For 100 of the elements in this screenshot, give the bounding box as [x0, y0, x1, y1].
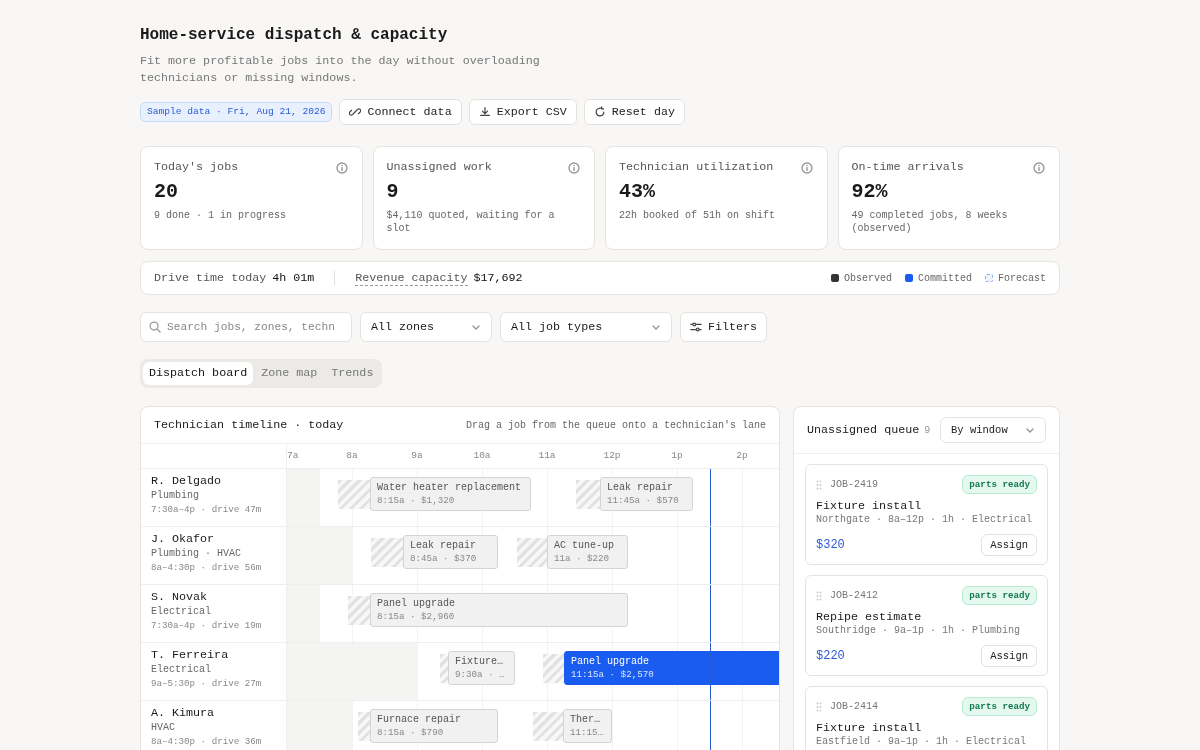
job-title: AC tune-up — [554, 539, 615, 552]
technician-lane[interactable]: Fixture… 9:30a · … Panel upgrade 11:15a · $2,570 — [287, 643, 779, 700]
job-detail: 8:15a · $790 — [377, 726, 445, 739]
job-block[interactable]: Water heater replacement 8:15a · $1,320 — [370, 477, 531, 511]
job-price: $320 — [816, 538, 845, 552]
job-meta: Eastfield · 9a–1p · 1h · Electrical — [816, 736, 1028, 748]
job-block[interactable]: Panel upgrade 8:15a · $2,960 — [370, 593, 628, 627]
drive-time-label: Drive time today — [154, 271, 267, 285]
job-block[interactable]: Panel upgrade 11:15a · $2,570 — [564, 651, 779, 685]
travel-time-hatch — [440, 654, 448, 683]
travel-time-hatch — [371, 538, 403, 567]
stat-label: Today's jobs — [154, 160, 240, 175]
technician-lane[interactable]: Panel upgrade 8:15a · $2,960 — [287, 585, 779, 642]
hour-label: 12p — [603, 450, 621, 461]
link-button[interactable]: Connect data — [339, 99, 462, 125]
job-price: $220 — [816, 649, 845, 663]
assign-button[interactable]: Assign — [981, 645, 1037, 667]
job-id: JOB-2419 — [830, 479, 878, 490]
job-detail: 11:45a · $570 — [607, 494, 680, 507]
filters-button[interactable]: Filters — [680, 312, 768, 342]
job-meta: Southridge · 9a–1p · 1h · Plumbing — [816, 625, 1022, 637]
tab[interactable]: Zone map — [255, 362, 324, 385]
hour-label: 1p — [671, 450, 683, 461]
queue-count: 9 — [924, 424, 931, 436]
technician-lane[interactable]: Leak repair 8:45a · $370 AC tune-up 11a · $220 — [287, 527, 779, 584]
travel-time-hatch — [358, 712, 370, 741]
status-badge: parts ready — [962, 475, 1037, 494]
technician-skills: Electrical — [151, 663, 212, 677]
hour-label: 7a — [287, 450, 299, 461]
stat-value: 92% — [851, 180, 889, 204]
job-block[interactable]: Furnace repair 8:15a · $790 — [370, 709, 498, 743]
revenue-capacity-label[interactable]: Revenue capacity — [355, 270, 468, 286]
stat-value: 20 — [154, 180, 179, 204]
job-block[interactable]: AC tune-up 11a · $220 — [547, 535, 628, 569]
job-title: Furnace repair — [377, 713, 462, 726]
legend-label: Forecast — [998, 272, 1046, 284]
queue-title: Unassigned queue — [807, 423, 920, 437]
technician-skills: Electrical — [151, 605, 212, 619]
hour-label: 2p — [736, 450, 748, 461]
legend-label: Committed — [917, 272, 972, 284]
job-card[interactable]: JOB-2412 parts ready Repipe estimate Southridge · 9a–1p · 1h · Plumbing $220 Assign — [805, 575, 1048, 676]
job-title: Leak repair — [607, 481, 674, 494]
technician-shift: 9a–5:30p · drive 27m — [151, 677, 263, 691]
drive-time-value: 4h 01m — [272, 271, 315, 285]
stat-value: 43% — [619, 180, 656, 204]
job-title: Leak repair — [410, 539, 477, 552]
stat-label: Technician utilization — [619, 160, 775, 175]
technician-skills: Plumbing — [151, 489, 200, 503]
assign-button[interactable]: Assign — [981, 534, 1037, 556]
job-title: Repipe estimate — [816, 610, 923, 625]
drag-handle-icon — [816, 701, 822, 712]
travel-time-hatch — [576, 480, 600, 509]
job-title: Water heater replacement — [377, 481, 523, 494]
download-icon — [478, 106, 491, 118]
sort-dropdown[interactable]: By window — [940, 417, 1046, 443]
dropdown[interactable]: All job types — [500, 312, 672, 342]
technician-name: R. Delgado — [151, 474, 223, 489]
technician-lane[interactable]: Water heater replacement 8:15a · $1,320 Leak repair 11:45a · $570 — [287, 469, 779, 526]
job-block[interactable]: Leak repair 8:45a · $370 — [403, 535, 498, 569]
travel-time-hatch — [348, 596, 370, 625]
job-title: Panel upgrade — [571, 655, 650, 668]
drag-handle-icon — [816, 479, 822, 490]
travel-time-hatch — [533, 712, 563, 741]
technician-skills: HVAC — [151, 721, 176, 735]
tab[interactable]: Dispatch board — [143, 362, 254, 385]
panel-hint: Drag a job from the queue onto a technician's lane — [465, 419, 766, 431]
stat-label: On-time arrivals — [851, 160, 965, 175]
info-icon — [335, 162, 348, 174]
stat-note: 9 done · 1 in progress — [154, 209, 288, 222]
job-card[interactable]: JOB-2419 parts ready Fixture install Northgate · 8a–12p · 1h · Electrical $320 Assign — [805, 464, 1048, 565]
technician-name: S. Novak — [151, 590, 209, 605]
job-block[interactable]: Ther… 11:15… — [563, 709, 612, 743]
job-detail: 11a · $220 — [554, 552, 611, 565]
download-button[interactable]: Export CSV — [468, 99, 577, 125]
technician-name: A. Kimura — [151, 706, 216, 721]
job-detail: 11:15a · $2,570 — [571, 668, 655, 681]
job-block[interactable]: Fixture… 9:30a · … — [448, 651, 515, 685]
technician-skills: Plumbing · HVAC — [151, 547, 242, 561]
hour-label: 10a — [473, 450, 491, 461]
job-detail: 8:15a · $2,960 — [377, 610, 456, 623]
reset-button[interactable]: Reset day — [583, 99, 685, 125]
dropdown[interactable]: All zones — [360, 312, 492, 342]
status-badge: parts ready — [962, 697, 1037, 716]
job-detail: 8:15a · $1,320 — [377, 494, 456, 507]
dropdown-value: By window — [951, 424, 1008, 436]
travel-time-hatch — [517, 538, 547, 567]
stat-label: Unassigned work — [386, 160, 493, 175]
technician-shift: 8a–4:30p · drive 36m — [151, 735, 263, 749]
search-field[interactable]: Search jobs, zones, techn — [140, 312, 352, 342]
revenue-capacity-value: $17,692 — [473, 271, 523, 285]
technician-name: T. Ferreira — [151, 648, 230, 663]
link-icon — [349, 106, 362, 118]
stat-note: $4,110 quoted, waiting for a slot — [386, 209, 556, 235]
job-card[interactable]: JOB-2414 parts ready Fixture install Eastfield · 9a–1p · 1h · Electrical — [805, 686, 1048, 750]
job-title: Fixture install — [816, 499, 923, 514]
job-block[interactable]: Leak repair 11:45a · $570 — [600, 477, 693, 511]
sliders-icon — [690, 321, 702, 333]
job-title: Ther… — [570, 713, 601, 726]
tab[interactable]: Trends — [325, 362, 380, 385]
technician-lane[interactable]: Furnace repair 8:15a · $790 Ther… 11:15… — [287, 701, 779, 750]
